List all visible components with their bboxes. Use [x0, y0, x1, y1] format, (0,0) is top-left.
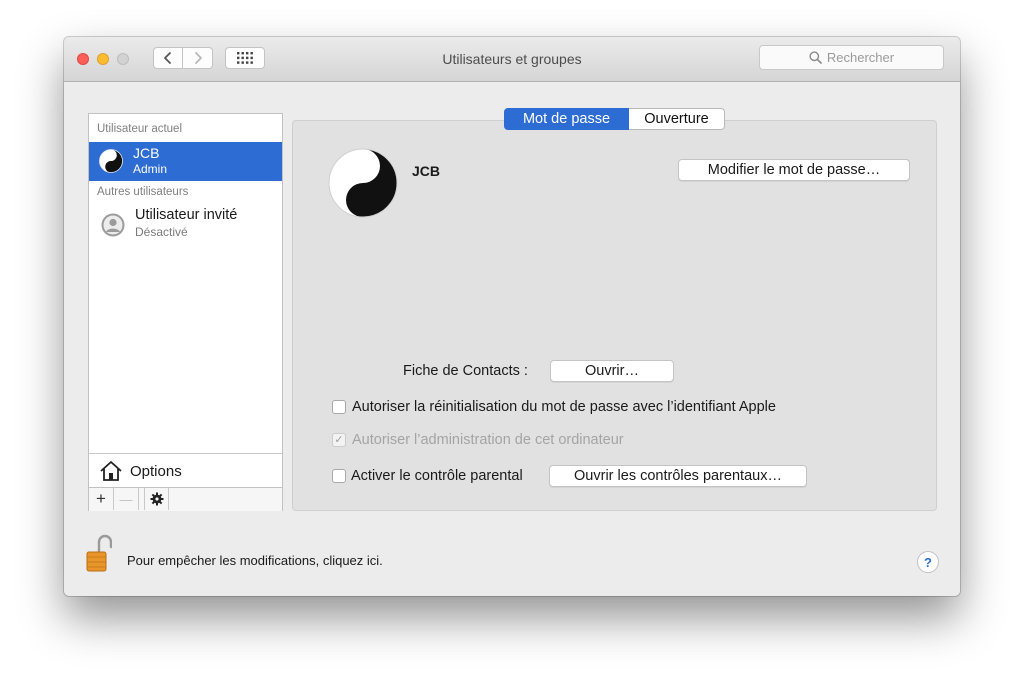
tab-login-items[interactable]: Ouverture: [629, 108, 725, 130]
action-menu-button[interactable]: [144, 488, 169, 510]
tab-bar: Mot de passe Ouverture: [504, 108, 725, 130]
apple-id-reset-label: Autoriser la réinitialisation du mot de …: [352, 399, 776, 415]
sidebar-item-guest-user[interactable]: Utilisateur invité Désactivé: [89, 206, 282, 246]
contacts-card-label: Fiche de Contacts :: [403, 363, 528, 379]
lock-instruction-text[interactable]: Pour empêcher les modifications, cliquez…: [127, 553, 383, 568]
apple-id-reset-checkbox[interactable]: [332, 400, 346, 414]
login-options-item[interactable]: Options: [89, 453, 282, 487]
guest-user-name: Utilisateur invité: [135, 207, 238, 223]
users-sidebar: Utilisateur actuel JCB Admin Autres util…: [88, 113, 283, 511]
search-icon: [809, 51, 822, 64]
remove-user-button[interactable]: —: [114, 488, 139, 510]
current-user-name: JCB: [133, 145, 160, 161]
open-parental-controls-button[interactable]: Ouvrir les contrôles parentaux…: [549, 465, 807, 487]
user-picture[interactable]: [328, 148, 398, 218]
user-full-name: JCB: [412, 163, 441, 179]
options-label: Options: [130, 463, 182, 480]
yin-yang-avatar-icon: [99, 149, 123, 173]
search-field[interactable]: Rechercher: [759, 45, 944, 70]
parental-control-label: Activer le contrôle parental: [351, 468, 523, 484]
unlocked-padlock-icon[interactable]: [86, 534, 112, 574]
admin-label: Autoriser l’administration de cet ordina…: [352, 432, 624, 448]
other-users-section-label: Autres utilisateurs: [97, 186, 189, 198]
gear-icon: [150, 492, 163, 506]
current-user-role: Admin: [133, 162, 168, 176]
admin-checkbox[interactable]: ✓: [332, 433, 346, 447]
preferences-window: Utilisateurs et groupes Rechercher Utili…: [64, 37, 960, 596]
guest-user-status: Désactivé: [135, 225, 188, 239]
contacts-open-button[interactable]: Ouvrir…: [550, 360, 674, 382]
sidebar-item-current-user[interactable]: JCB Admin: [89, 142, 282, 181]
guest-avatar-icon: [101, 213, 125, 237]
parental-control-checkbox[interactable]: [332, 469, 346, 483]
title-bar[interactable]: Utilisateurs et groupes Rechercher: [64, 37, 960, 82]
sidebar-action-bar: + —: [89, 487, 282, 511]
tab-password[interactable]: Mot de passe: [504, 108, 629, 130]
search-placeholder: Rechercher: [826, 50, 895, 65]
change-password-button[interactable]: Modifier le mot de passe…: [678, 159, 910, 181]
current-user-section-label: Utilisateur actuel: [97, 123, 183, 135]
add-user-button[interactable]: +: [89, 488, 114, 510]
house-icon: [100, 461, 122, 481]
help-button[interactable]: ?: [917, 551, 939, 573]
